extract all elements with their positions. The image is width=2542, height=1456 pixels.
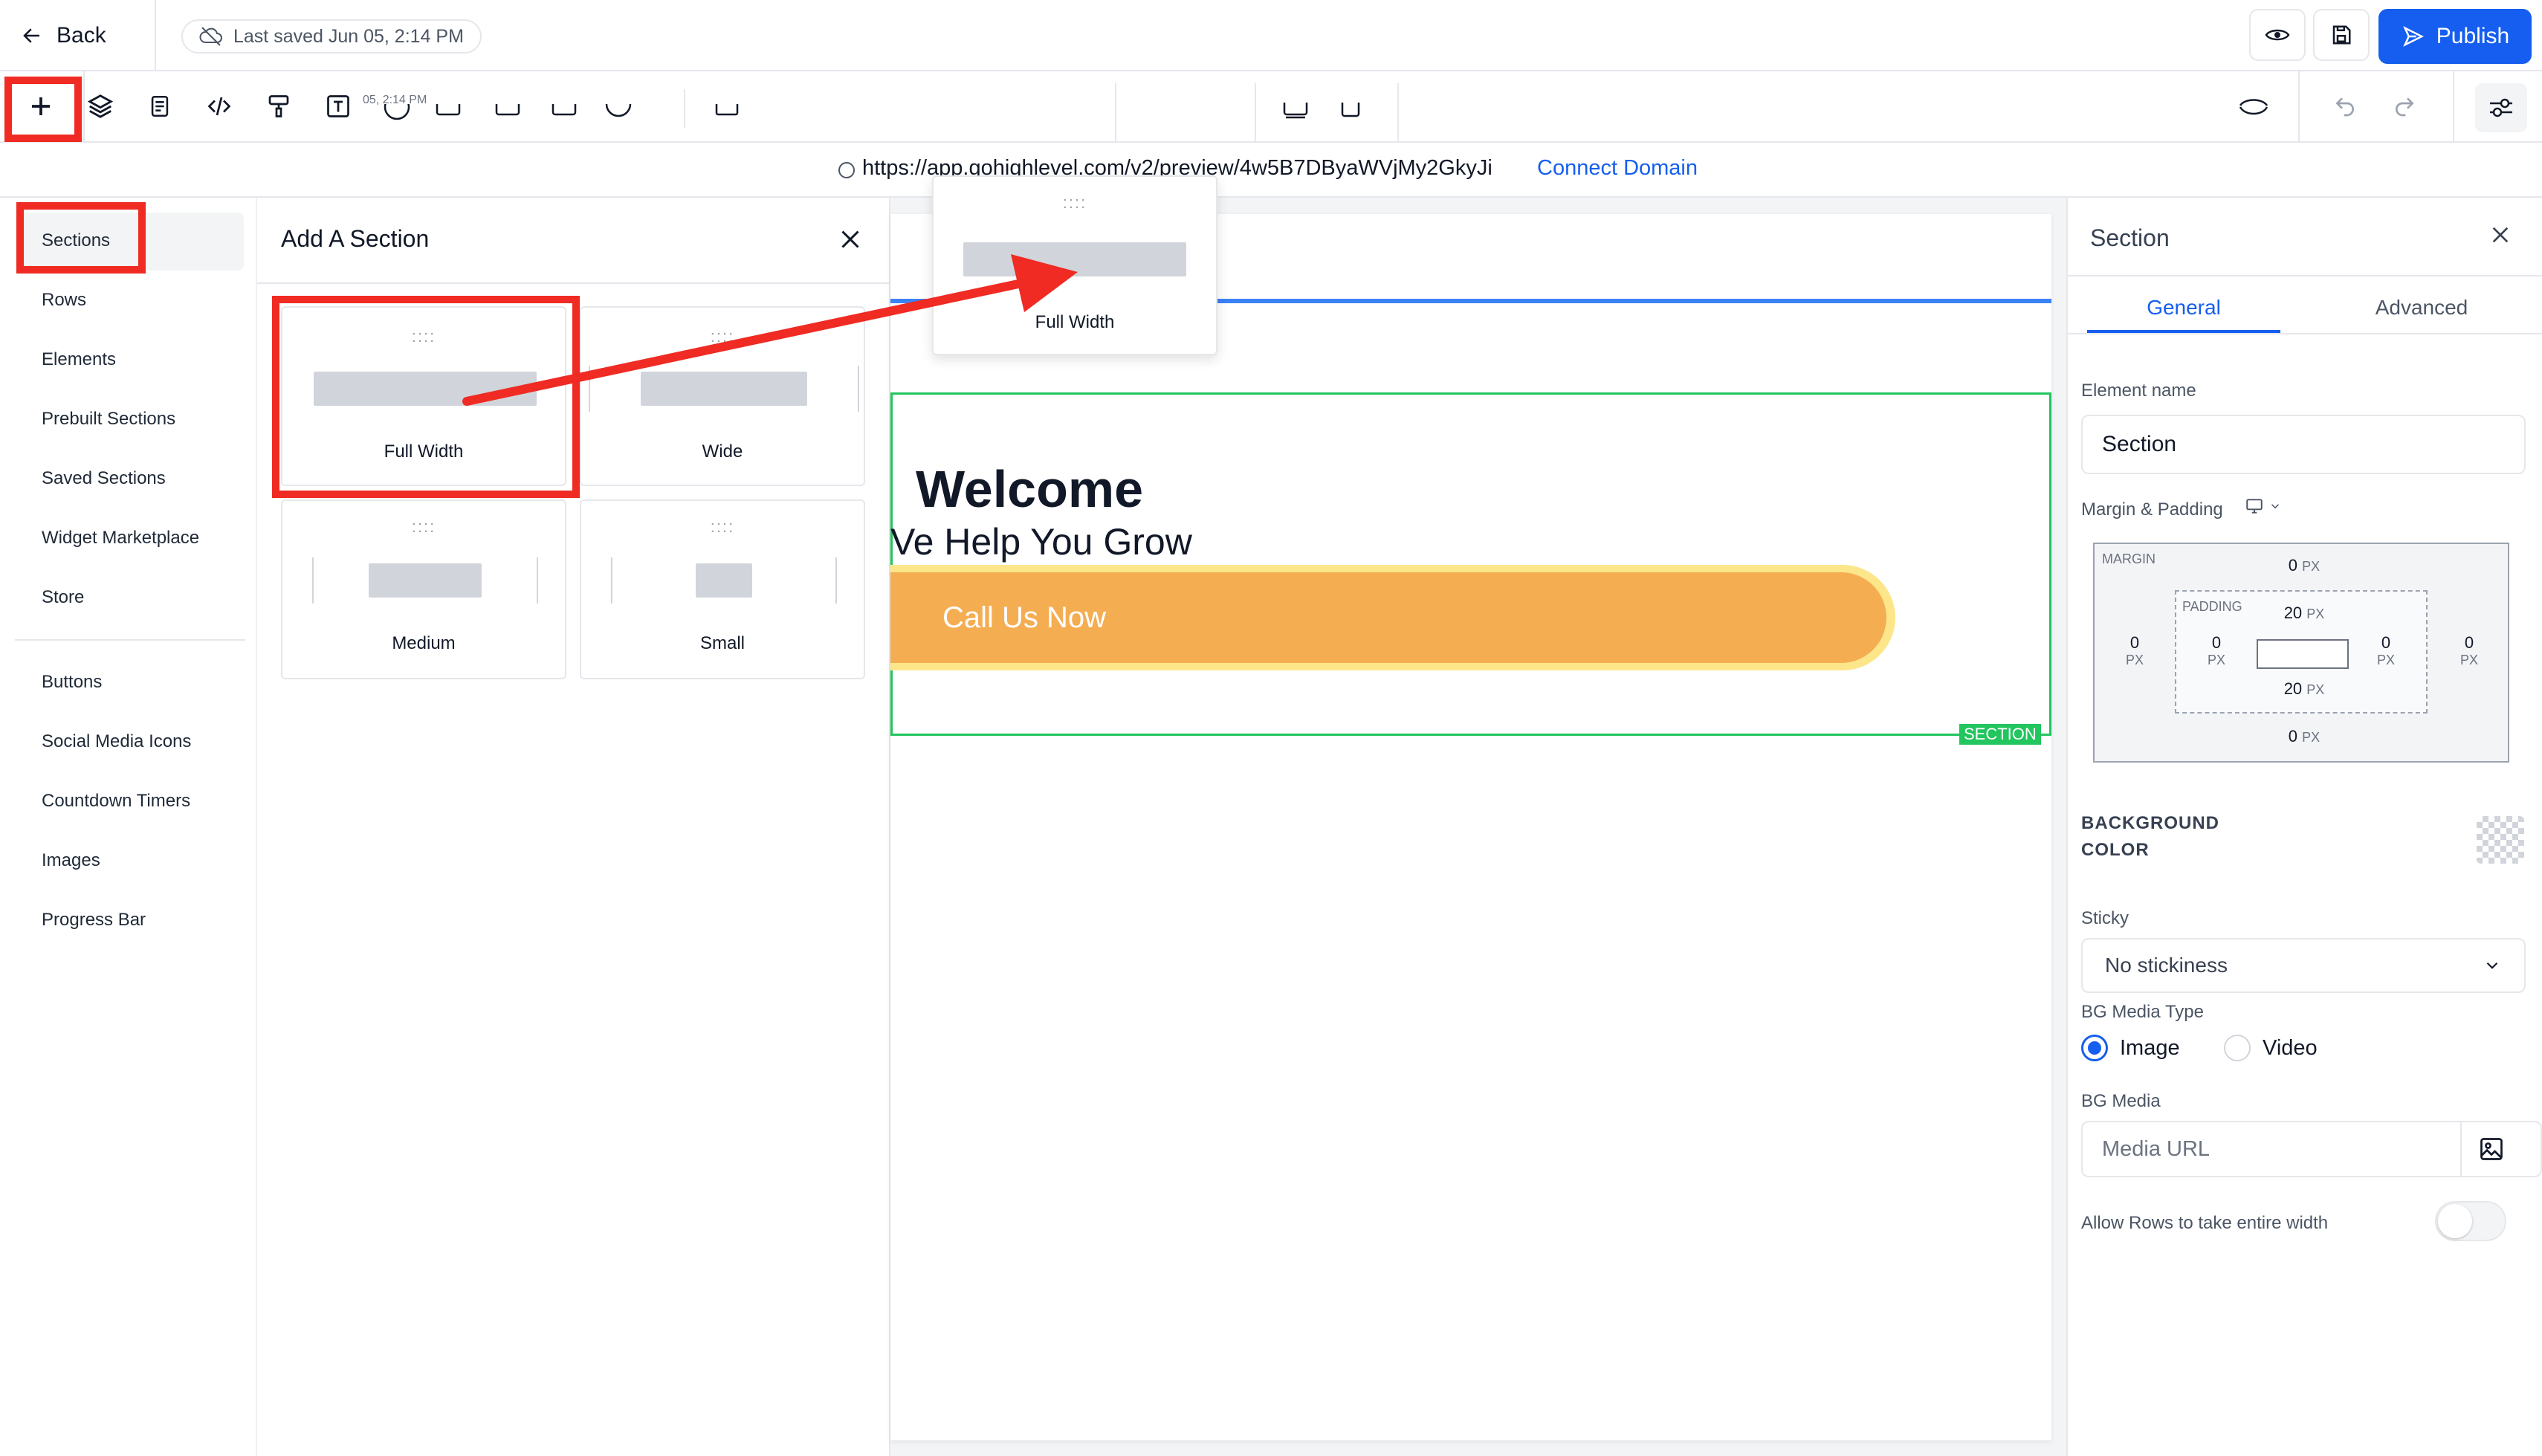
margin-bottom-input[interactable]: 0 PX <box>2282 727 2326 746</box>
allow-rows-label: Allow Rows to take entire width <box>2081 1213 2329 1233</box>
radio-video[interactable] <box>2224 1035 2251 1061</box>
element-name-value: Section <box>2102 432 2177 456</box>
close-icon <box>2492 227 2509 243</box>
radio-image[interactable] <box>2081 1035 2108 1061</box>
element-name-label: Element name <box>2081 381 2196 401</box>
image-icon <box>2480 1138 2503 1160</box>
background-color-label: BACKGROUND COLOR <box>2081 813 2219 860</box>
margin-padding-label: Margin & Padding <box>2081 499 2223 520</box>
media-url-placeholder: Media URL <box>2102 1136 2210 1161</box>
margin-label: MARGIN <box>2102 551 2155 566</box>
divider <box>2460 1121 2462 1177</box>
content-box <box>2257 639 2349 669</box>
margin-top-input[interactable]: 0 PX <box>2282 556 2326 575</box>
media-url-input[interactable]: Media URL <box>2081 1121 2542 1177</box>
radio-dot <box>2088 1041 2101 1055</box>
padding-top-input[interactable]: 20 PX <box>2274 604 2334 623</box>
divider <box>2066 333 2542 334</box>
margin-left-input[interactable]: 0 PX <box>2120 633 2150 668</box>
sticky-label: Sticky <box>2081 908 2129 928</box>
close-properties-button[interactable] <box>2488 223 2512 250</box>
tab-general[interactable]: General <box>2087 296 2280 320</box>
media-picker-button[interactable] <box>2478 1136 2505 1166</box>
bg-media-label: BG Media <box>2081 1091 2161 1111</box>
divider <box>2066 275 2542 276</box>
properties-title: Section <box>2090 224 2170 251</box>
toggle-knob <box>2438 1204 2472 1238</box>
bg-media-type-label: BG Media Type <box>2081 1002 2204 1022</box>
device-select[interactable] <box>2243 496 2282 516</box>
padding-label: PADDING <box>2182 599 2242 614</box>
sticky-select[interactable]: No stickiness <box>2081 938 2526 993</box>
background-color-swatch[interactable] <box>2477 816 2524 864</box>
element-name-input[interactable]: Section <box>2081 415 2526 474</box>
padding-bottom-input[interactable]: 20 PX <box>2274 679 2334 699</box>
allow-rows-toggle[interactable] <box>2435 1201 2506 1241</box>
padding-left-input[interactable]: 0 PX <box>2202 633 2231 668</box>
chevron-down-icon <box>2486 962 2498 969</box>
radio-image-label: Image <box>2120 1036 2180 1060</box>
padding-right-input[interactable]: 0 PX <box>2371 633 2401 668</box>
tab-advanced[interactable]: Advanced <box>2325 296 2518 320</box>
monitor-icon <box>2246 499 2263 514</box>
sticky-value: No stickiness <box>2105 954 2228 977</box>
radio-video-label: Video <box>2263 1036 2318 1060</box>
margin-right-input[interactable]: 0 PX <box>2454 633 2484 668</box>
chevron-down-icon <box>2271 504 2280 509</box>
